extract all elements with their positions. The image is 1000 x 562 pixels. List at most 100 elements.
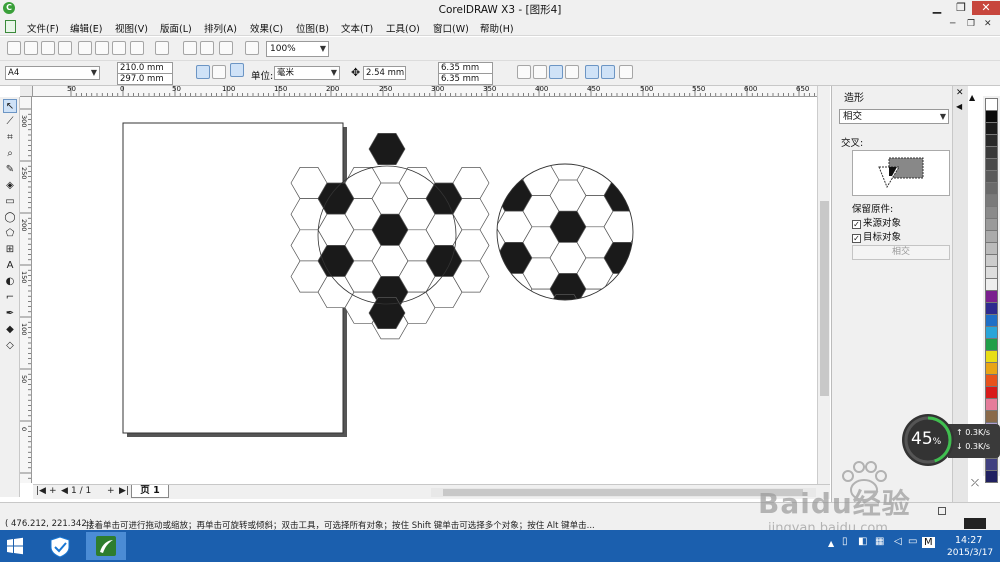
- crop-tool-icon[interactable]: ⌗: [3, 131, 17, 145]
- network-speed-widget[interactable]: ↑ 0.3K/s ↓ 0.3K/s 45%: [902, 414, 1000, 466]
- tray-network-icon[interactable]: ▦: [875, 536, 884, 547]
- black-hexagon[interactable]: [547, 130, 583, 161]
- pick-tool-icon[interactable]: ↖: [3, 99, 17, 113]
- white-hexagon[interactable]: [550, 305, 586, 336]
- corel-online-icon[interactable]: [245, 41, 259, 55]
- export-icon[interactable]: [200, 41, 214, 55]
- redo-icon[interactable]: [155, 41, 169, 55]
- taskbar-security-app[interactable]: [40, 532, 80, 560]
- menu-text[interactable]: 文本(T): [341, 21, 373, 35]
- options-icon[interactable]: [619, 65, 633, 79]
- white-hexagon[interactable]: [658, 242, 694, 273]
- fill-tool-icon[interactable]: ◆: [3, 323, 17, 337]
- basic-shapes-tool-icon[interactable]: ⊞: [3, 243, 17, 257]
- menu-file[interactable]: 文件(F): [27, 21, 59, 35]
- white-hexagon[interactable]: [631, 320, 667, 351]
- snap-objects-icon[interactable]: [585, 65, 599, 79]
- ellipse-tool-icon[interactable]: ◯: [3, 211, 17, 225]
- clock-time[interactable]: 14:27: [955, 535, 982, 546]
- white-hexagon[interactable]: [658, 274, 694, 305]
- add-page-after-button[interactable]: +: [107, 486, 115, 496]
- docker-collapse-icon[interactable]: ◀: [956, 102, 962, 111]
- color-swatch[interactable]: [985, 470, 998, 483]
- horizontal-ruler[interactable]: 50 0 50 100 150 200 250 300 350 400 450 …: [33, 86, 817, 97]
- input-method-indicator[interactable]: M: [922, 537, 935, 548]
- source-object-checkbox[interactable]: ✓: [852, 220, 861, 229]
- black-hexagon[interactable]: [604, 305, 640, 336]
- interactive-tool-icon[interactable]: ◐: [3, 275, 17, 289]
- interactive-fill-tool-icon[interactable]: ◇: [3, 339, 17, 353]
- units-ruler-icon[interactable]: [517, 65, 531, 79]
- smart-fill-tool-icon[interactable]: ◈: [3, 179, 17, 193]
- zoom-level-select[interactable]: 100% ▼: [266, 41, 329, 57]
- target-object-checkbox[interactable]: ✓: [852, 234, 861, 243]
- shaping-mode-select[interactable]: 相交 ▼: [839, 109, 949, 124]
- white-hexagon[interactable]: [604, 336, 640, 367]
- menu-help[interactable]: 帮助(H): [480, 21, 514, 35]
- print-icon[interactable]: [58, 41, 72, 55]
- intersect-apply-button[interactable]: 相交: [852, 245, 950, 260]
- palette-flyout-icon[interactable]: ⤫: [964, 478, 986, 489]
- minimize-button[interactable]: ▁: [925, 1, 949, 15]
- prev-page-button[interactable]: ◀: [61, 486, 68, 496]
- edit-across-layers-icon[interactable]: [565, 65, 579, 79]
- add-page-before-button[interactable]: +: [49, 486, 57, 496]
- menu-bitmaps[interactable]: 位图(B): [296, 21, 329, 35]
- palette-scroll-up-icon[interactable]: ▲: [969, 93, 975, 102]
- menu-tools[interactable]: 工具(O): [386, 21, 420, 35]
- tray-app-icon[interactable]: ◧: [858, 536, 867, 547]
- white-hexagon[interactable]: [469, 288, 506, 320]
- white-hexagon[interactable]: [630, 288, 667, 320]
- target-object-option[interactable]: ✓ 目标对象: [852, 229, 901, 243]
- ruler-origin[interactable]: [20, 86, 33, 97]
- white-hexagon[interactable]: [496, 336, 532, 367]
- treat-as-filled-icon[interactable]: [533, 65, 547, 79]
- doc-minimize-button[interactable]: ─: [950, 19, 955, 29]
- application-launcher-icon[interactable]: [219, 41, 233, 55]
- close-button[interactable]: ✕: [972, 1, 1000, 15]
- document-icon[interactable]: [5, 20, 16, 33]
- shape-tool-icon[interactable]: ⟋: [3, 115, 17, 129]
- vertical-ruler[interactable]: 300 250 200 150 100 50 0: [20, 97, 32, 483]
- white-hexagon[interactable]: [658, 305, 694, 336]
- menu-layout[interactable]: 版面(L): [160, 21, 192, 35]
- draw-as-fill-icon[interactable]: [549, 65, 563, 79]
- rectangle-tool-icon[interactable]: ▭: [3, 195, 17, 209]
- white-hexagon[interactable]: [630, 164, 667, 196]
- paste-icon[interactable]: [112, 41, 126, 55]
- last-page-button[interactable]: ▶|: [119, 486, 129, 496]
- doc-close-button[interactable]: ✕: [984, 19, 992, 29]
- page-tab-1[interactable]: 页 1: [131, 485, 169, 498]
- import-icon[interactable]: [183, 41, 197, 55]
- source-object-option[interactable]: ✓ 来源对象: [852, 215, 901, 229]
- black-hexagon[interactable]: [550, 336, 586, 367]
- polygon-tool-icon[interactable]: ⬠: [3, 227, 17, 241]
- page-size-select[interactable]: A4 ▼: [5, 66, 100, 80]
- nudge-distance-field[interactable]: 2.54 mm: [363, 66, 406, 80]
- zoom-tool-icon[interactable]: ⌕: [3, 147, 17, 161]
- fill-color-indicator[interactable]: [964, 518, 986, 529]
- menu-arrange[interactable]: 排列(A): [204, 21, 237, 35]
- open-icon[interactable]: [24, 41, 38, 55]
- maximize-button[interactable]: ❐: [949, 1, 973, 15]
- new-icon[interactable]: [7, 41, 21, 55]
- text-tool-icon[interactable]: A: [3, 259, 17, 273]
- save-icon[interactable]: [41, 41, 55, 55]
- white-hexagon[interactable]: [630, 257, 667, 290]
- clock-date[interactable]: 2015/3/17: [947, 548, 993, 558]
- eyedropper-tool-icon[interactable]: ⌐: [3, 291, 17, 305]
- drawing-canvas[interactable]: [33, 97, 817, 484]
- black-hexagon[interactable]: [496, 305, 532, 336]
- white-hexagon[interactable]: [630, 195, 667, 228]
- tray-display-icon[interactable]: ▭: [908, 536, 917, 547]
- black-hexagon[interactable]: [368, 133, 406, 165]
- drawing-area[interactable]: [33, 97, 817, 484]
- menu-view[interactable]: 视图(V): [115, 21, 148, 35]
- docker-close-icon[interactable]: ✕: [956, 88, 964, 98]
- menu-edit[interactable]: 编辑(E): [70, 21, 102, 35]
- tray-battery-icon[interactable]: ▯: [842, 536, 848, 547]
- vertical-scrollbar[interactable]: [817, 86, 830, 484]
- white-hexagon[interactable]: [469, 320, 505, 351]
- landscape-icon[interactable]: [212, 65, 226, 79]
- vertical-scroll-thumb[interactable]: [820, 201, 829, 396]
